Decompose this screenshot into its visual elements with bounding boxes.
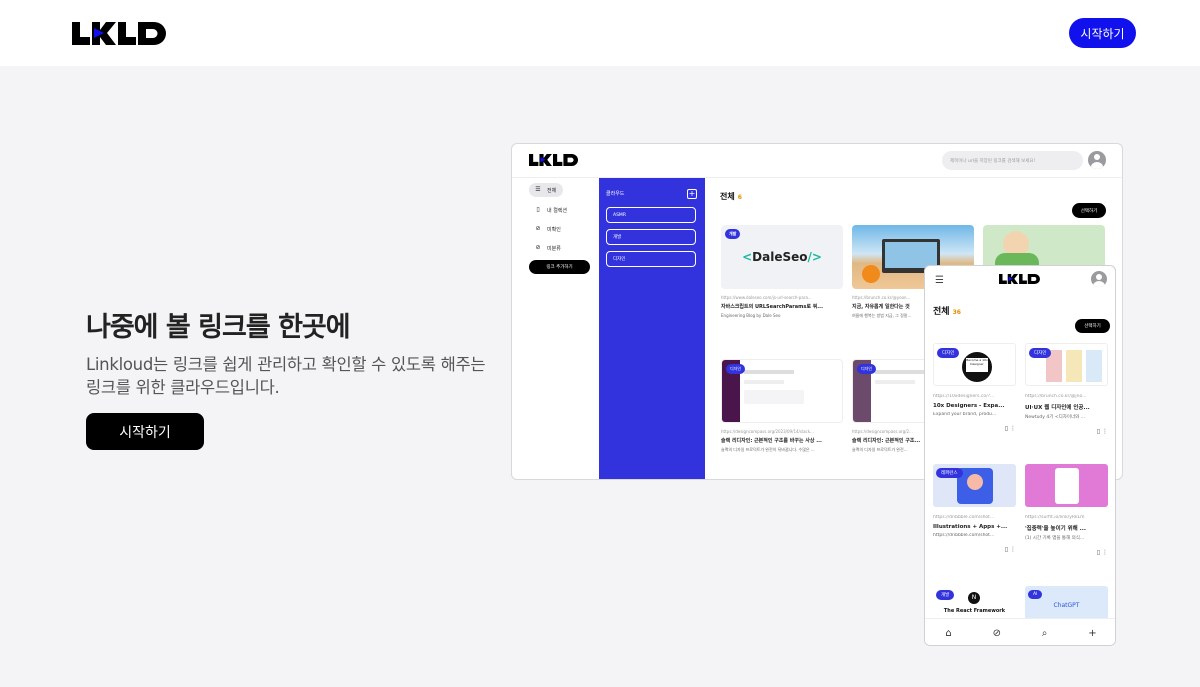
card-title: 자바스크립트의 URLSearchParams로 쿼... (721, 304, 823, 310)
preview-search-input: 제목이나 url을 저장된 링크를 검색해 보세요! (942, 151, 1083, 170)
hamburger-menu-icon: ☰ (935, 275, 944, 286)
preview-nav-unread: ⊘ 미확인 (529, 222, 593, 236)
preview-cloud-panel: 클라우드 + ASMR 개발 디자인 (599, 178, 705, 479)
nav-label: 전체 (547, 187, 557, 194)
card-url: https://10xdesigners.co/?... (933, 394, 995, 399)
preview-topbar: 제목이나 url을 저장된 링크를 검색해 보세요! (512, 144, 1122, 178)
plus-icon: + (687, 189, 697, 199)
preview-avatar (1088, 151, 1106, 169)
mobile-select-button: 선택하기 (1075, 319, 1110, 333)
card-subtitle: 슬랙의 디자일 프로덕트가 완전히 뒤바뀝니다. 수많은 ... (721, 447, 815, 452)
hero-title: 나중에 볼 링크를 한곳에 (86, 312, 351, 343)
nav-label: 미분류 (547, 245, 561, 252)
card-subtitle: https://dribbble.com/shot... (933, 533, 995, 538)
link-card: < DaleSeo/> 개발 https://www.daleseo.com/js-… (721, 225, 843, 318)
card-url: https://designcompass.org/2023/09/14/sla… (721, 429, 814, 434)
preview-nav-unsorted: ⊘ 미분류 (529, 241, 593, 255)
plus-icon: + (1088, 627, 1097, 639)
link-card: 디자인 https://designcompass.org/2023/09/14… (721, 359, 843, 453)
card-thumbnail: 레퍼런스 (933, 464, 1016, 507)
title-text: 전체 (720, 192, 735, 201)
link-card: https://surfit.io/link/yRkLm '집중력'을 높이기 … (1025, 464, 1108, 556)
mobile-app-preview: ☰ 전체 36 선택하기 Become a 10x Designer 디자인 ht… (924, 265, 1116, 646)
card-subtitle: (1) 시간 기록 앱을 통해 의식... (1025, 536, 1085, 541)
card-title: Illustrations + Apps +... (933, 524, 1008, 530)
link-card: 레퍼런스 https://dribbble.com/shot... Illust… (933, 464, 1016, 553)
card-url: https://surfit.io/link/yRkLm (1025, 515, 1085, 520)
card-subtitle: Newtudy 4기 <디자이너와 ... (1025, 415, 1086, 420)
card-thumbnail (1025, 464, 1108, 507)
nav-label: 내 컬렉션 (547, 207, 567, 214)
preview-add-link-button: 링크 추가하기 (529, 260, 590, 274)
panel-folder: 디자인 (606, 251, 696, 267)
card-tag: 디자인 (1029, 348, 1052, 358)
thumb-text: DaleSeo (752, 250, 808, 264)
card-title: UI·UX 웹 디자인에 인공... (1025, 405, 1090, 411)
unsorted-icon: ⊘ (535, 244, 541, 251)
card-title: 슬랙 리디자인: 근본적인 구조를 바꾸는 사상 ... (721, 438, 822, 444)
card-tag: 디자인 (857, 364, 877, 374)
card-title: '집중력'을 높이기 위해 ... (1025, 526, 1086, 532)
card-thumbnail: Become a 10x Designer 디자인 (933, 343, 1016, 386)
card-tag: 디자인 (937, 348, 960, 358)
card-tag: 레퍼런스 (936, 468, 963, 478)
home-icon: ⌂ (945, 627, 952, 639)
title-text: 전체 (933, 307, 950, 317)
header-start-button[interactable]: 시작하기 (1069, 18, 1136, 48)
card-thumbnail: 디자인 (721, 359, 843, 423)
mobile-avatar (1091, 271, 1107, 287)
card-subtitle: Expand your brand, produ... (933, 412, 997, 417)
nav-label: 미확인 (547, 226, 561, 233)
preview-logo (529, 154, 578, 166)
mobile-logo (999, 273, 1040, 285)
list-icon: ☰ (535, 186, 541, 193)
card-tag: 개발 (936, 590, 955, 600)
panel-folder: ASMR (606, 207, 696, 223)
card-tag: 개발 (725, 229, 741, 239)
card-thumbnail: 디자인 (1025, 343, 1108, 386)
panel-title: 클라우드 (606, 191, 625, 197)
card-actions: ▯ ⋮ (1096, 549, 1108, 556)
card-title: 10x Designers - Expa... (933, 403, 1005, 409)
preview-nav-collection: ▯ 내 컬렉션 (529, 203, 593, 217)
site-header: 시작하기 (0, 0, 1200, 66)
eye-off-icon: ⊘ (992, 627, 1001, 639)
preview-select-button: 선택하기 (1072, 203, 1106, 218)
card-subtitle: Engineering Blog by Dale Seo (721, 313, 781, 318)
card-actions: ▯ ⋮ (1004, 425, 1016, 432)
panel-folder: 개발 (606, 229, 696, 245)
card-tag: 디자인 (726, 364, 746, 374)
preview-nav-all: ☰ 전체 (529, 183, 563, 197)
hero-description: Linkloud는 링크를 쉽게 관리하고 확인할 수 있도록 해주는 링크를 … (86, 355, 486, 397)
preview-main-title: 전체 6 (720, 191, 742, 202)
thumb-text: ChatGPT (1053, 602, 1080, 609)
linkloud-logo[interactable] (72, 22, 166, 45)
search-icon: ⌕ (1041, 627, 1048, 639)
link-card: 디자인 https://brunch.co.kr/@jno... UI·UX 웹… (1025, 343, 1108, 435)
count-badge: 6 (737, 194, 742, 201)
card-url: https://dribbble.com/shot... (933, 515, 995, 520)
card-actions: ▯ ⋮ (1004, 546, 1016, 553)
thumb-text: The React Framework (943, 608, 1006, 614)
card-url: https://brunch.co.kr/@jno... (1025, 394, 1087, 399)
mobile-title: 전체 36 (933, 304, 961, 317)
card-actions: ▯ ⋮ (1096, 428, 1108, 435)
card-thumbnail: < DaleSeo/> 개발 (721, 225, 843, 289)
collection-icon: ▯ (536, 206, 540, 213)
eye-off-icon: ⊘ (535, 225, 541, 232)
count-badge: 36 (952, 309, 961, 316)
link-card: Become a 10x Designer 디자인 https://10xdes… (933, 343, 1016, 432)
mobile-bottom-nav: ⌂ ⊘ ⌕ + (925, 618, 1115, 645)
hero-start-button[interactable]: 시작하기 (86, 413, 204, 450)
card-url: https://www.daleseo.com/js-url-search-pa… (721, 295, 812, 300)
card-tag: AI (1028, 590, 1043, 599)
